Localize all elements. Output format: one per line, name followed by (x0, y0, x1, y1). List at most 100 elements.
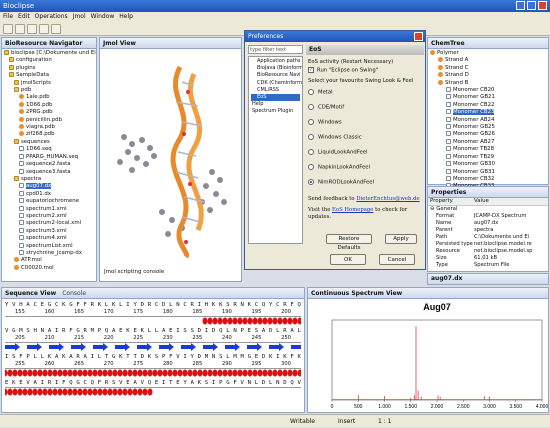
aug07-tab[interactable]: aug07.dx (428, 274, 548, 284)
preferences-tree-item[interactable]: Spectrum Plugin (251, 108, 300, 115)
navigator-item[interactable]: spectra (4, 175, 94, 183)
laf-option[interactable]: NapkinLookAndFeel (308, 163, 423, 172)
laf-option[interactable]: LiquidLookAndFeel (308, 148, 423, 157)
navigator-item[interactable]: C00020.mol (4, 264, 94, 272)
chemtree-item[interactable]: Monomer GB30 (430, 161, 546, 168)
property-row[interactable]: Path C:\Dokumente und Ei (428, 234, 548, 241)
preferences-tree-item[interactable]: EoS (251, 94, 300, 102)
laf-radio[interactable] (308, 163, 314, 170)
property-row[interactable]: Format JCAMP-DX Spectrum (428, 213, 548, 220)
restore-defaults-button[interactable]: Restore Defaults (326, 234, 372, 251)
navigator-item[interactable]: zif268.pdb (4, 131, 94, 138)
laf-option[interactable]: Windows Classic (308, 133, 423, 142)
property-row[interactable]: Parent spectra (428, 227, 548, 234)
preferences-tree-item[interactable]: CDK (Cheminform (251, 80, 302, 87)
navigator-item[interactable]: SampleData (4, 72, 94, 79)
navigator-item[interactable]: plugins (4, 64, 94, 72)
property-row[interactable]: Persisted type net.bioclipse.model.re (428, 241, 548, 248)
back-icon[interactable] (39, 24, 49, 34)
menu-item[interactable]: File (3, 12, 13, 22)
navigator-item[interactable]: ATP.mol (4, 257, 94, 264)
chemtree-item[interactable]: Monomer GB31 (430, 168, 546, 176)
sequence-residues[interactable]: Y V H A C E G C K G F F R K L K L I Y D … (5, 301, 301, 309)
navigator-item[interactable]: bioclipse [C:\Dokumente und Ei (4, 50, 96, 57)
laf-option[interactable]: Windows (308, 118, 423, 127)
laf-radio[interactable] (308, 88, 314, 95)
navigator-item[interactable]: pdb (4, 87, 94, 94)
forward-icon[interactable] (51, 24, 61, 34)
chemtree-item[interactable]: Strand B (430, 79, 546, 87)
chemtree-item[interactable]: Strand C (430, 64, 546, 72)
preferences-tree-item[interactable]: Application paths (251, 58, 301, 65)
maximize-button[interactable] (527, 1, 536, 10)
property-row[interactable]: Resource net.bioclipse.model.sp (428, 248, 548, 255)
navigator-item[interactable]: jmolScripts (4, 79, 94, 87)
navigator-item[interactable]: sequence2.fasta (4, 161, 94, 168)
navigator-item[interactable]: sequences (4, 138, 94, 146)
laf-radio[interactable] (308, 148, 314, 155)
preferences-tree-item[interactable]: CML/RSS (251, 87, 300, 94)
chemtree-item[interactable]: Monomer CB20 (430, 87, 546, 94)
close-button[interactable] (538, 1, 547, 10)
cancel-button[interactable]: Cancel (379, 254, 415, 265)
navigator-item[interactable]: 1ale.pdb (4, 94, 94, 101)
menu-item[interactable]: Operations (35, 12, 68, 22)
run-eos-row[interactable]: ✓ Run "Eclipse on Swing" (308, 67, 423, 75)
sequence-residues[interactable]: I S F P L L K A K A R A I L T G K T T D … (5, 353, 301, 361)
navigator-item[interactable]: 1D66.seq (4, 146, 94, 153)
navigator-item[interactable]: spectrum4.xml (4, 235, 94, 242)
navigator-item[interactable]: viagra.pdb (4, 124, 94, 131)
print-icon[interactable] (27, 24, 37, 34)
filter-input[interactable]: type filter text (248, 45, 303, 54)
navigator-item[interactable]: spectrumList.xml (4, 242, 94, 250)
property-row[interactable]: Size 61,01 kB (428, 255, 548, 262)
ok-button[interactable]: OK (330, 254, 366, 265)
laf-radio[interactable] (308, 178, 314, 185)
chemtree-item[interactable]: Monomer CB22 (430, 101, 546, 109)
chemtree-item[interactable]: Strand D (430, 72, 546, 79)
apply-button[interactable]: Apply (385, 234, 417, 244)
preferences-tree-item[interactable]: BioResource Navi (251, 72, 301, 79)
navigator-item[interactable]: spectrum3.xml (4, 227, 94, 235)
preferences-tree-item[interactable]: Help (251, 101, 300, 108)
feedback-email-link[interactable]: DieterEnchtus@web.de (356, 196, 419, 202)
sequence-residues[interactable]: V G M S H N A I R F G R M P Q A E K E K … (5, 327, 301, 335)
navigator-item[interactable]: spectrum1.xml (4, 205, 94, 213)
minimize-button[interactable] (516, 1, 525, 10)
navigator-item[interactable]: aug07.dx (4, 183, 94, 190)
property-row[interactable]: Name aug07.dx (428, 220, 548, 227)
chemtree-item[interactable]: Monomer GB21 (430, 94, 546, 101)
navigator-item[interactable]: 1D66.pdb (4, 101, 94, 109)
chemtree-item[interactable]: Monomer TB29 (430, 153, 546, 161)
spectrum-chart[interactable]: Aug07 0 500 1.000 1.500 2.000 2.500 3.000 3.500 4… (310, 300, 548, 412)
jmol-console-label[interactable]: Jmol scripting console (104, 269, 164, 275)
value-column-header[interactable]: Value (474, 198, 489, 205)
eos-homepage-link[interactable]: EoS Homepage (332, 207, 373, 213)
navigator-item[interactable]: configuration (4, 57, 94, 64)
chemtree-item[interactable]: Monomer TB28 (430, 146, 546, 153)
tab-console[interactable]: Console (62, 288, 86, 298)
menu-item[interactable]: Edit (18, 12, 30, 22)
menu-item[interactable]: Window (91, 12, 115, 22)
navigator-item[interactable]: spectrum2-local.xml (4, 220, 94, 227)
new-icon[interactable] (3, 24, 13, 34)
chemtree-item[interactable]: Monomer AB27 (430, 138, 546, 146)
laf-radio[interactable] (308, 118, 314, 125)
chemtree-item[interactable]: Monomer GB25 (430, 124, 546, 131)
menu-item[interactable]: Help (119, 12, 133, 22)
preferences-tree-item[interactable]: BioJava (Bioinform (251, 65, 302, 72)
laf-option[interactable]: Metal (308, 88, 423, 97)
menu-item[interactable]: Jmol (73, 12, 86, 22)
laf-radio[interactable] (308, 133, 314, 140)
laf-option[interactable]: NimRODLookAndFeel (308, 178, 423, 187)
property-column-header[interactable]: Property (428, 198, 474, 205)
tab-sequence-view[interactable]: Sequence View (5, 288, 56, 298)
chemtree-item[interactable]: Monomer GB26 (430, 131, 546, 138)
navigator-item[interactable]: spectrum2.xml (4, 212, 94, 220)
chemtree-item[interactable]: Strand A (430, 57, 546, 64)
property-row[interactable]: Type Spectrum File (428, 262, 548, 269)
chemtree-item[interactable]: Monomer AB24 (430, 116, 546, 124)
save-icon[interactable] (15, 24, 25, 34)
navigator-item[interactable]: 2PRG.pdb (4, 109, 94, 116)
navigator-item[interactable]: eupatoriochromene (4, 198, 94, 205)
